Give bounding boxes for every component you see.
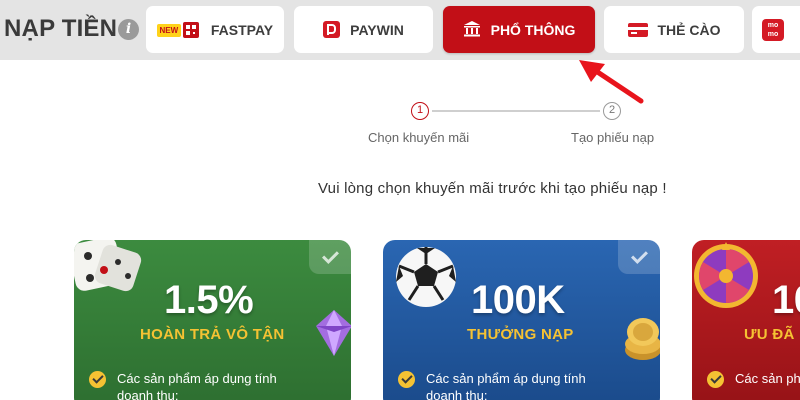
qr-icon — [182, 21, 199, 38]
promo-title: ƯU ĐÃ — [744, 326, 795, 343]
promo-feature-line-1: Các sản phẩm áp dụng tính — [117, 371, 277, 386]
soccer-ball-icon — [396, 247, 456, 307]
promo-card-deposit-bonus[interactable]: 100K THƯỞNG NẠP Các sản phẩm áp dụng tín… — [383, 240, 660, 400]
stepper-line — [432, 110, 600, 112]
promo-feature: Các sản phẩm áp dụng tính doanh thu: — [426, 370, 586, 400]
tab-momo[interactable]: mo mo — [752, 6, 800, 53]
promo-feature-line-1: Các sản phẩm áp dụng tính — [426, 371, 586, 386]
checkmark-icon — [322, 247, 339, 264]
tab-paywin[interactable]: PAYWIN — [294, 6, 433, 53]
check-circle-icon — [398, 371, 415, 388]
page-title: NẠP TIỀN — [4, 15, 118, 42]
promo-feature-line-2: doanh thu: — [426, 388, 488, 400]
checkmark-icon — [631, 247, 648, 264]
step-1-indicator: 1 — [411, 102, 429, 120]
tab-pho-thong[interactable]: PHỔ THÔNG — [443, 6, 595, 53]
gold-coins-icon — [625, 318, 660, 360]
tab-label: PHỔ THÔNG — [490, 21, 576, 38]
step-2-indicator: 2 — [603, 102, 621, 120]
gem-icon — [316, 310, 351, 356]
dice-icon — [74, 240, 142, 292]
promo-title: THƯỞNG NẠP — [467, 326, 574, 343]
promo-card-offer[interactable]: 10 ƯU ĐÃ Các sản phẩm — [692, 240, 800, 400]
promo-value: 100K — [471, 278, 565, 322]
promo-value: 1.5% — [164, 278, 254, 322]
topbar: NẠP TIỀN i NEW FASTPAY PAYWIN PHỔ THÔNG … — [0, 0, 800, 60]
new-label: NEW — [156, 23, 181, 37]
tab-the-cao[interactable]: THẺ CÀO — [604, 6, 744, 53]
promo-feature-line-2: doanh thu: — [117, 388, 179, 400]
selected-corner — [618, 240, 660, 274]
bank-icon — [463, 20, 481, 40]
paywin-icon — [323, 21, 341, 38]
tab-label: PAYWIN — [350, 21, 404, 38]
promo-notice: Vui lòng chọn khuyến mãi trước khi tạo p… — [318, 180, 667, 197]
check-circle-icon — [89, 371, 106, 388]
promo-title: HOÀN TRẢ VÔ TẬN — [140, 326, 285, 343]
tab-label: THẺ CÀO — [657, 21, 721, 38]
tab-label: FASTPAY — [210, 21, 274, 38]
new-badge: NEW — [156, 20, 201, 40]
step-2-label: Tạo phiếu nạp — [571, 130, 655, 145]
info-icon[interactable]: i — [118, 19, 139, 40]
tab-fastpay[interactable]: NEW FASTPAY — [146, 6, 284, 53]
promo-value: 10 — [772, 278, 800, 322]
promo-feature: Các sản phẩm áp dụng tính doanh thu: — [117, 370, 277, 400]
promo-feature-line-1: Các sản phẩm — [735, 371, 800, 386]
card-icon — [627, 22, 648, 37]
promo-card-cashback[interactable]: 1.5% HOÀN TRẢ VÔ TẬN Các sản phẩm áp dụn… — [74, 240, 351, 400]
step-1-label: Chọn khuyến mãi — [368, 130, 470, 145]
promo-feature: Các sản phẩm — [735, 370, 800, 387]
selected-corner — [309, 240, 351, 274]
lucky-wheel-icon — [694, 242, 758, 308]
momo-icon: mo mo — [762, 18, 784, 41]
check-circle-icon — [707, 371, 724, 388]
